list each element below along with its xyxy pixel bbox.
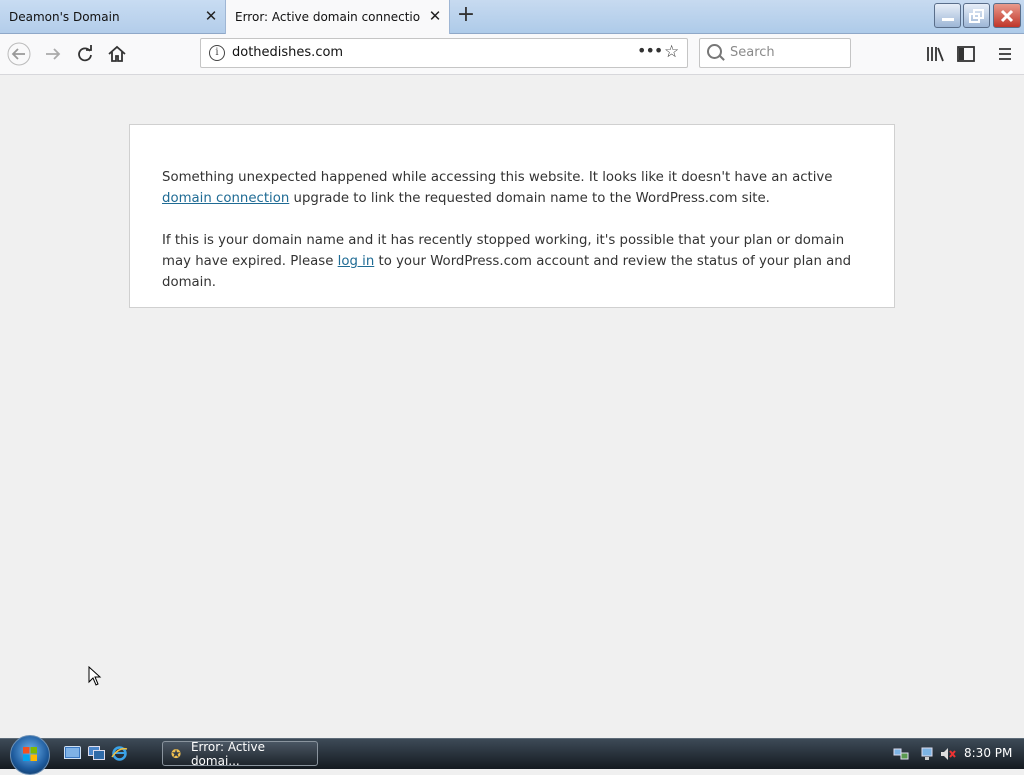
taskbar-firefox-window[interactable]: ✪ Error: Active domai...: [162, 739, 318, 768]
error-paragraph-2: If this is your domain name and it has r…: [162, 230, 862, 293]
restore-button[interactable]: [963, 3, 990, 28]
show-desktop-icon[interactable]: [64, 746, 81, 761]
new-tab-button[interactable]: +: [454, 4, 478, 28]
hamburger-menu-icon: [999, 48, 1011, 60]
mouse-cursor-icon: [88, 666, 102, 686]
start-button[interactable]: [10, 735, 50, 775]
firefox-app-icon: ✪: [171, 746, 182, 761]
restore-icon: [968, 8, 984, 23]
forward-button[interactable]: [41, 42, 65, 66]
sidebar-button[interactable]: [954, 42, 978, 66]
address-bar[interactable]: i dothedishes.com ••• ☆: [200, 38, 688, 68]
url-text[interactable]: dothedishes.com: [232, 45, 343, 60]
network-status-icon[interactable]: [921, 747, 937, 761]
tab-deamons-domain[interactable]: Deamon's Domain ✕: [0, 0, 225, 33]
domain-connection-link[interactable]: domain connection: [162, 191, 289, 206]
tab-error-active[interactable]: Error: Active domain connection for ✕: [225, 0, 450, 34]
sidebar-icon: [957, 46, 975, 62]
arrow-left-icon: [7, 42, 31, 66]
text: Something unexpected happened while acce…: [162, 170, 833, 185]
error-message-card: Something unexpected happened while acce…: [129, 124, 895, 308]
text: upgrade to link the requested domain nam…: [289, 191, 770, 206]
search-bar[interactable]: [699, 38, 851, 68]
search-input[interactable]: [728, 44, 847, 61]
switch-windows-icon[interactable]: [88, 746, 105, 761]
internet-explorer-icon[interactable]: [111, 746, 128, 761]
close-tab-icon[interactable]: ✕: [427, 8, 443, 24]
tab-label: Deamon's Domain: [9, 9, 120, 24]
minimize-icon: [941, 17, 954, 21]
windows-logo-icon: [23, 747, 37, 761]
reload-icon: [78, 45, 92, 62]
close-tab-icon[interactable]: ✕: [203, 8, 219, 24]
network-tray-icon[interactable]: [893, 747, 909, 761]
reload-button[interactable]: [73, 42, 97, 66]
minimize-button[interactable]: [934, 3, 961, 28]
bookmark-star-icon[interactable]: ☆: [664, 42, 679, 62]
tab-strip: Deamon's Domain ✕ Error: Active domain c…: [0, 0, 1024, 34]
back-button[interactable]: [7, 42, 31, 66]
page-actions-icon[interactable]: •••: [637, 41, 663, 60]
taskbar-window-label: Error: Active domai...: [190, 739, 265, 768]
library-button[interactable]: [923, 42, 947, 66]
system-clock[interactable]: 8:30 PM: [964, 746, 1012, 760]
close-icon: [1000, 9, 1014, 22]
close-window-button[interactable]: [993, 3, 1021, 28]
arrow-right-icon: [46, 48, 61, 60]
taskbar: ✪ Error: Active domai... 8:30 PM: [0, 735, 1024, 775]
home-button[interactable]: [105, 42, 129, 66]
navigation-toolbar: i dothedishes.com ••• ☆: [0, 34, 1024, 75]
menu-button[interactable]: [993, 42, 1017, 66]
page-content: Something unexpected happened while acce…: [0, 75, 1024, 737]
tab-label: Error: Active domain connection for: [235, 10, 421, 24]
library-icon: [927, 47, 944, 62]
error-paragraph-1: Something unexpected happened while acce…: [162, 167, 862, 209]
log-in-link[interactable]: log in: [338, 254, 375, 269]
home-icon: [108, 45, 126, 62]
volume-muted-icon[interactable]: [940, 747, 956, 761]
site-info-icon[interactable]: i: [209, 45, 225, 61]
search-icon: [707, 44, 722, 59]
